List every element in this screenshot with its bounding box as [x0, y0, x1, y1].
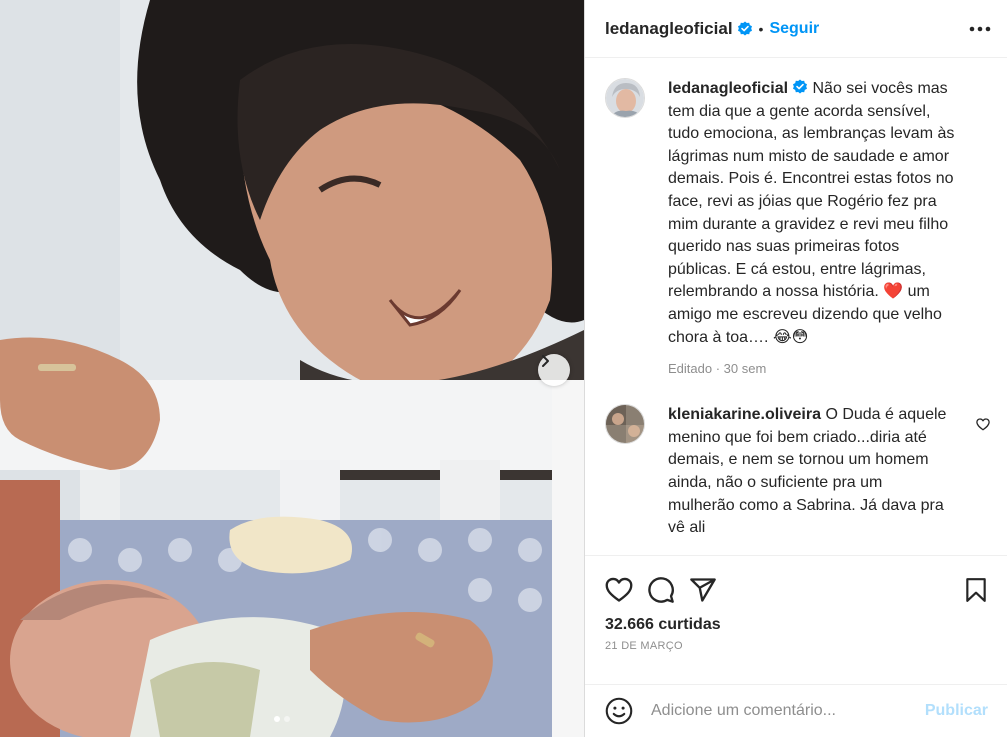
header-username[interactable]: ledanagleoficial — [605, 19, 733, 39]
chevron-right-icon — [542, 355, 549, 367]
like-comment-button[interactable] — [976, 418, 990, 436]
comment-icon — [648, 576, 674, 603]
emoji-button[interactable] — [605, 697, 633, 725]
save-button[interactable] — [964, 577, 988, 603]
avatar[interactable] — [605, 78, 645, 118]
likes-count[interactable]: 32.666 curtidas — [585, 606, 1007, 634]
emoji-icon — [605, 697, 633, 725]
heart-icon — [605, 577, 633, 602]
add-comment-bar: Publicar — [585, 684, 1007, 737]
more-icon — [969, 26, 991, 31]
carousel-dot — [274, 716, 280, 722]
post-details-panel: ledanagleoficial • Seguir ledanagleofici… — [584, 0, 1007, 737]
caption-username[interactable]: ledanagleoficial — [668, 80, 788, 97]
comment-item: kleniakarine.oliveira O Duda é aquele me… — [585, 376, 1007, 540]
post-actions: 32.666 curtidas 21 DE MARÇO — [585, 555, 1007, 672]
comment-text: O Duda é aquele menino que foi bem criad… — [668, 406, 947, 537]
publish-button[interactable]: Publicar — [925, 702, 988, 720]
avatar-image — [606, 79, 644, 117]
verified-icon — [793, 79, 808, 94]
post-caption: ledanagleoficial Não sei vocês mas tem d… — [585, 58, 1007, 376]
comments-section[interactable]: ledanagleoficial Não sei vocês mas tem d… — [585, 58, 1007, 555]
post-date[interactable]: 21 DE MARÇO — [585, 634, 1007, 652]
header-separator: • — [758, 20, 764, 37]
carousel-dot — [284, 716, 290, 722]
action-icons — [585, 556, 1007, 606]
post-photo[interactable] — [0, 0, 584, 737]
photo-illustration — [0, 0, 584, 737]
comment-username[interactable]: kleniakarine.oliveira — [668, 406, 821, 423]
follow-button[interactable]: Seguir — [769, 20, 819, 38]
caption-meta: Editado · 30 sem — [668, 361, 767, 377]
caption-text: Não sei vocês mas tem dia que a gente ac… — [668, 80, 955, 346]
avatar-image — [606, 405, 644, 444]
share-button[interactable] — [689, 576, 717, 604]
heart-icon — [976, 418, 990, 431]
bookmark-icon — [966, 577, 986, 602]
caption-text-block: ledanagleoficial Não sei vocês mas tem d… — [668, 78, 958, 349]
comment-text-block: kleniakarine.oliveira O Duda é aquele me… — [668, 404, 950, 540]
more-options-button[interactable] — [969, 26, 991, 32]
like-button[interactable] — [605, 577, 633, 603]
share-icon — [690, 577, 716, 602]
avatar[interactable] — [605, 404, 645, 445]
comment-input[interactable] — [651, 702, 901, 720]
post-header: ledanagleoficial • Seguir — [585, 0, 1007, 58]
comment-button[interactable] — [647, 576, 675, 604]
carousel-next-button[interactable] — [538, 354, 570, 386]
carousel-indicator — [274, 716, 290, 722]
verified-icon — [737, 21, 752, 35]
